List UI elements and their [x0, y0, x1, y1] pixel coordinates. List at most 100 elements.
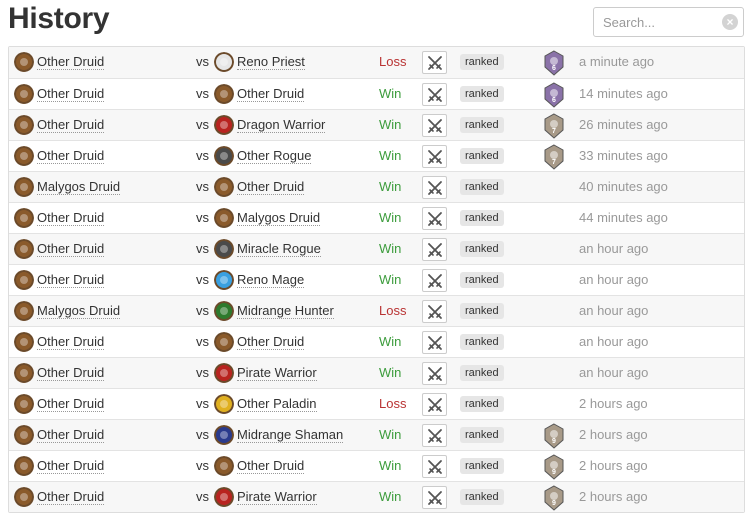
- crossed-swords-icon[interactable]: [422, 176, 447, 199]
- opponent-deck-link[interactable]: Midrange Shaman: [237, 427, 344, 443]
- mode-badge: ranked: [460, 489, 504, 505]
- crossed-swords-icon[interactable]: [422, 362, 447, 385]
- crossed-swords-icon[interactable]: [422, 114, 447, 137]
- opponent-deck-link[interactable]: Malygos Druid: [237, 210, 321, 226]
- crossed-swords-icon[interactable]: [422, 83, 447, 106]
- vs-label: vs: [196, 54, 209, 69]
- opponent-deck-link[interactable]: Midrange Hunter: [237, 303, 334, 319]
- timestamp: 44 minutes ago: [579, 210, 668, 225]
- player-deck-link[interactable]: Malygos Druid: [37, 179, 121, 195]
- timestamp: an hour ago: [579, 303, 649, 318]
- rank-medal-icon: 7: [544, 113, 564, 139]
- opponent-deck-link[interactable]: Other Rogue: [237, 148, 312, 164]
- player-deck-link[interactable]: Other Druid: [37, 272, 105, 288]
- player-deck-link[interactable]: Other Druid: [37, 427, 105, 443]
- player-deck-link[interactable]: Other Druid: [37, 365, 105, 381]
- class-icon: [214, 115, 234, 135]
- mode-badge: ranked: [460, 241, 504, 257]
- game-row[interactable]: Other Druid vs Pirate Warrior Win ranked…: [9, 357, 744, 388]
- rank-number: 9: [552, 438, 556, 445]
- timestamp: a minute ago: [579, 54, 655, 69]
- class-icon: [14, 363, 34, 383]
- rank-number: 6: [552, 65, 556, 72]
- mode-badge: ranked: [460, 334, 504, 350]
- opponent-deck-link[interactable]: Reno Priest: [237, 54, 305, 70]
- rank-medal-icon: 9: [544, 485, 564, 511]
- result-label: Win: [379, 148, 402, 163]
- crossed-swords-icon[interactable]: [422, 486, 447, 509]
- class-icon: [14, 115, 34, 135]
- crossed-swords-icon[interactable]: [422, 238, 447, 261]
- game-row[interactable]: Other Druid vs Pirate Warrior Win ranked…: [9, 481, 744, 512]
- result-label: Loss: [379, 303, 407, 318]
- game-row[interactable]: Malygos Druid vs Midrange Hunter Loss ra…: [9, 295, 744, 326]
- result-label: Win: [379, 86, 402, 101]
- class-icon: [214, 301, 234, 321]
- game-row[interactable]: Other Druid vs Midrange Shaman Win ranke…: [9, 419, 744, 450]
- opponent-deck-link[interactable]: Pirate Warrior: [237, 489, 317, 505]
- opponent-deck-link[interactable]: Pirate Warrior: [237, 365, 317, 381]
- opponent-deck-link[interactable]: Other Paladin: [237, 396, 317, 412]
- game-row[interactable]: Malygos Druid vs Other Druid Win ranked …: [9, 171, 744, 202]
- result-label: Win: [379, 489, 402, 504]
- player-deck-link[interactable]: Other Druid: [37, 86, 105, 102]
- timestamp: an hour ago: [579, 241, 649, 256]
- class-icon: [214, 332, 234, 352]
- player-deck-link[interactable]: Other Druid: [37, 210, 105, 226]
- player-deck-link[interactable]: Other Druid: [37, 117, 105, 133]
- timestamp: 2 hours ago: [579, 458, 648, 473]
- timestamp: 40 minutes ago: [579, 179, 668, 194]
- clear-x-icon[interactable]: ×: [722, 14, 738, 30]
- game-row[interactable]: Other Druid vs Other Druid Win ranked 6 1…: [9, 78, 744, 109]
- game-row[interactable]: Other Druid vs Reno Mage Win ranked an h…: [9, 264, 744, 295]
- mode-badge: ranked: [460, 396, 504, 412]
- crossed-swords-icon[interactable]: [422, 300, 447, 323]
- opponent-deck-link[interactable]: Other Druid: [237, 334, 305, 350]
- game-row[interactable]: Other Druid vs Other Rogue Win ranked 7 3…: [9, 140, 744, 171]
- mode-badge: ranked: [460, 365, 504, 381]
- crossed-swords-icon[interactable]: [422, 393, 447, 416]
- player-deck-link[interactable]: Other Druid: [37, 334, 105, 350]
- game-row[interactable]: Other Druid vs Dragon Warrior Win ranked…: [9, 109, 744, 140]
- player-deck-link[interactable]: Other Druid: [37, 489, 105, 505]
- player-deck-link[interactable]: Malygos Druid: [37, 303, 121, 319]
- player-deck-link[interactable]: Other Druid: [37, 458, 105, 474]
- crossed-swords-icon[interactable]: [422, 51, 447, 74]
- vs-label: vs: [196, 86, 209, 101]
- game-row[interactable]: Other Druid vs Other Druid Win ranked 9 2…: [9, 450, 744, 481]
- opponent-deck-link[interactable]: Dragon Warrior: [237, 117, 326, 133]
- vs-label: vs: [196, 458, 209, 473]
- crossed-swords-icon[interactable]: [422, 207, 447, 230]
- opponent-deck-link[interactable]: Other Druid: [237, 179, 305, 195]
- crossed-swords-icon[interactable]: [422, 331, 447, 354]
- player-deck-link[interactable]: Other Druid: [37, 241, 105, 257]
- search-box[interactable]: ×: [593, 7, 744, 37]
- crossed-swords-icon[interactable]: [422, 269, 447, 292]
- player-deck-link[interactable]: Other Druid: [37, 148, 105, 164]
- search-input[interactable]: [594, 8, 719, 36]
- player-deck-link[interactable]: Other Druid: [37, 396, 105, 412]
- vs-label: vs: [196, 272, 209, 287]
- vs-label: vs: [196, 365, 209, 380]
- player-deck-link[interactable]: Other Druid: [37, 54, 105, 70]
- opponent-deck-link[interactable]: Miracle Rogue: [237, 241, 321, 257]
- crossed-swords-icon[interactable]: [422, 424, 447, 447]
- class-icon: [214, 270, 234, 290]
- game-row[interactable]: Other Druid vs Reno Priest Loss ranked 6…: [9, 47, 744, 78]
- crossed-swords-icon[interactable]: [422, 455, 447, 478]
- vs-label: vs: [196, 489, 209, 504]
- game-history-table: Other Druid vs Reno Priest Loss ranked 6…: [8, 46, 745, 513]
- class-icon: [214, 239, 234, 259]
- class-icon: [14, 425, 34, 445]
- game-row[interactable]: Other Druid vs Miracle Rogue Win ranked …: [9, 233, 744, 264]
- game-row[interactable]: Other Druid vs Malygos Druid Win ranked …: [9, 202, 744, 233]
- opponent-deck-link[interactable]: Other Druid: [237, 86, 305, 102]
- opponent-deck-link[interactable]: Other Druid: [237, 458, 305, 474]
- result-label: Win: [379, 365, 402, 380]
- game-row[interactable]: Other Druid vs Other Druid Win ranked an…: [9, 326, 744, 357]
- timestamp: 33 minutes ago: [579, 148, 668, 163]
- opponent-deck-link[interactable]: Reno Mage: [237, 272, 305, 288]
- class-icon: [214, 146, 234, 166]
- crossed-swords-icon[interactable]: [422, 145, 447, 168]
- game-row[interactable]: Other Druid vs Other Paladin Loss ranked…: [9, 388, 744, 419]
